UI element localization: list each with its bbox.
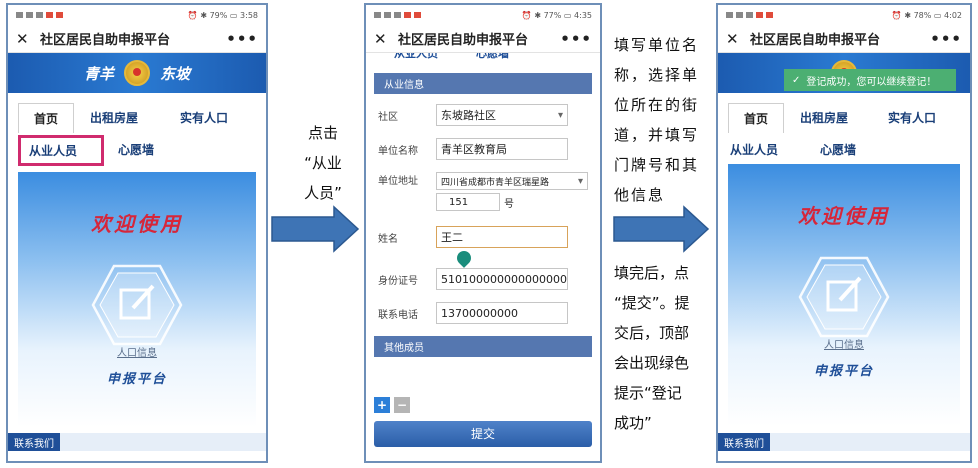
status-right: ⏰ ✱ 79% ▭ 3:58 bbox=[187, 10, 258, 20]
police-emblem-icon bbox=[124, 60, 150, 86]
step-3-annotation: 填完后，点 “提交”。提 交后，顶部 会出现绿色 提示“登记 成功” bbox=[614, 264, 690, 432]
employee-form: 从业人员 心愿墙 从业信息 社区 东坡路社区 单位名称 青羊区教育局 单位地址 bbox=[366, 53, 600, 447]
close-icon[interactable]: ✕ bbox=[16, 30, 34, 48]
row-id: 身份证号 510100000000000000 bbox=[374, 262, 592, 296]
status-icons bbox=[16, 12, 63, 18]
section-employment-info: 从业信息 bbox=[374, 73, 592, 94]
unit-name-input[interactable]: 青羊区教育局 bbox=[436, 138, 568, 160]
welcome-panel: 欢迎使用 人口信息 申报平台 bbox=[18, 172, 256, 427]
row-community: 社区 东坡路社区 bbox=[374, 98, 592, 132]
more-icon[interactable]: ••• bbox=[560, 30, 592, 48]
step-2-annotation: 填写单位名 称，选择单 位所在的街 道，并填写 门牌号和其 他信息 bbox=[614, 36, 700, 204]
more-icon[interactable]: ••• bbox=[226, 30, 258, 48]
phone-screen-home: ⏰ ✱ 79% ▭ 3:58 ✕ 社区居民自助申报平台 ••• 青羊 东坡 首页… bbox=[6, 3, 268, 463]
check-icon: ✓ bbox=[792, 74, 801, 86]
id-input[interactable]: 510100000000000000 bbox=[436, 268, 568, 290]
tab-home[interactable]: 首页 bbox=[18, 103, 74, 133]
tab-wish-wall[interactable]: 心愿墙 bbox=[806, 137, 876, 158]
welcome-panel: 欢迎使用 人口信息 申报平台 bbox=[728, 164, 960, 426]
nav-tabs: 首页 出租房屋 实有人口 从业人员 心愿墙 bbox=[718, 93, 970, 164]
unit-address-label: 单位地址 bbox=[378, 176, 418, 187]
platform-label: 申报平台 bbox=[106, 372, 167, 387]
tab-home[interactable]: 首页 bbox=[728, 103, 784, 133]
close-icon[interactable]: ✕ bbox=[374, 30, 392, 48]
welcome-text: 欢迎使用 bbox=[798, 204, 890, 228]
community-select[interactable]: 东坡路社区 bbox=[436, 104, 568, 126]
phone-screen-success: ⏰ ✱ 78% ▭ 4:02 ✕ 社区居民自助申报平台 ••• ✓ 登记成功，您… bbox=[716, 3, 972, 463]
community-label: 社区 bbox=[378, 111, 398, 123]
row-unit-name: 单位名称 青羊区教育局 bbox=[374, 132, 592, 166]
tab-rental-housing[interactable]: 出租房屋 bbox=[74, 103, 154, 133]
page-title: 社区居民自助申报平台 bbox=[750, 33, 881, 48]
status-right: ⏰ ✱ 78% ▭ 4:02 bbox=[891, 10, 962, 20]
page-title: 社区居民自助申报平台 bbox=[40, 33, 171, 48]
remove-member-button[interactable]: − bbox=[394, 397, 410, 413]
tab-employees[interactable]: 从业人员 bbox=[18, 135, 104, 166]
close-icon[interactable]: ✕ bbox=[726, 30, 744, 48]
success-toast: ✓ 登记成功，您可以继续登记！ bbox=[784, 69, 956, 91]
tab-rental-housing[interactable]: 出租房屋 bbox=[784, 103, 864, 133]
population-info-link[interactable]: 人口信息 bbox=[728, 336, 960, 351]
status-icons bbox=[726, 12, 773, 18]
more-icon[interactable]: ••• bbox=[930, 30, 962, 48]
status-bar: ⏰ ✱ 79% ▭ 3:58 bbox=[8, 5, 266, 25]
banner: 青羊 东坡 bbox=[8, 53, 266, 93]
tab-actual-population[interactable]: 实有人口 bbox=[154, 103, 254, 133]
banner-right-text: 东坡 bbox=[160, 64, 191, 83]
banner-left-text: 青羊 bbox=[83, 64, 114, 83]
welcome-text: 欢迎使用 bbox=[91, 212, 183, 236]
submit-button[interactable]: 提交 bbox=[374, 421, 592, 447]
title-bar: ✕ 社区居民自助申报平台 ••• bbox=[718, 25, 970, 53]
title-bar: ✕ 社区居民自助申报平台 ••• bbox=[366, 25, 600, 53]
edit-icon[interactable] bbox=[91, 264, 183, 346]
status-bar: ⏰ ✱ 77% ▭ 4:35 bbox=[366, 5, 600, 25]
door-unit-label: 号 bbox=[504, 198, 514, 210]
status-right: ⏰ ✱ 77% ▭ 4:35 bbox=[521, 10, 592, 20]
arrow-2-icon bbox=[613, 205, 710, 253]
name-input[interactable]: 王二 bbox=[436, 226, 568, 268]
arrow-1-icon bbox=[271, 205, 360, 253]
edit-icon[interactable] bbox=[798, 256, 890, 338]
nav-tabs: 首页 出租房屋 实有人口 从业人员 心愿墙 bbox=[8, 93, 266, 172]
row-phone: 联系电话 13700000000 bbox=[374, 296, 592, 330]
footer-bar: 联系我们 bbox=[718, 433, 970, 451]
door-number-input[interactable]: 151 bbox=[436, 193, 500, 211]
population-info-link[interactable]: 人口信息 bbox=[18, 344, 256, 359]
footer-bar: 联系我们 bbox=[8, 433, 266, 451]
tab-employees[interactable]: 从业人员 bbox=[394, 53, 438, 69]
unit-name-label: 单位名称 bbox=[378, 145, 418, 157]
toast-text: 登记成功，您可以继续登记！ bbox=[806, 76, 937, 88]
page-title: 社区居民自助申报平台 bbox=[398, 33, 529, 48]
platform-label: 申报平台 bbox=[813, 364, 874, 379]
phone-input[interactable]: 13700000000 bbox=[436, 302, 568, 324]
tab-wish-wall[interactable]: 心愿墙 bbox=[104, 137, 174, 166]
section-other-members: 其他成员 bbox=[374, 336, 592, 357]
add-member-button[interactable]: + bbox=[374, 397, 390, 413]
tutorial-figure: ⏰ ✱ 79% ▭ 3:58 ✕ 社区居民自助申报平台 ••• 青羊 东坡 首页… bbox=[0, 0, 978, 468]
phone-label: 联系电话 bbox=[378, 309, 418, 321]
scrolled-tabs: 从业人员 心愿墙 bbox=[374, 53, 592, 69]
address-select[interactable]: 四川省成都市青羊区瑞星路 bbox=[436, 172, 588, 190]
name-label: 姓名 bbox=[378, 233, 398, 245]
tab-employees[interactable]: 从业人员 bbox=[728, 137, 806, 158]
status-icons bbox=[374, 12, 421, 18]
contact-us-button[interactable]: 联系我们 bbox=[8, 433, 60, 451]
tab-wish-wall[interactable]: 心愿墙 bbox=[476, 53, 509, 69]
row-unit-address: 单位地址 四川省成都市青羊区瑞星路 151 号 bbox=[374, 166, 592, 218]
member-controls: + − bbox=[374, 397, 592, 413]
id-label: 身份证号 bbox=[378, 275, 418, 287]
contact-us-button[interactable]: 联系我们 bbox=[718, 433, 770, 451]
phone-screen-form: ⏰ ✱ 77% ▭ 4:35 ✕ 社区居民自助申报平台 ••• 从业人员 心愿墙… bbox=[364, 3, 602, 463]
title-bar: ✕ 社区居民自助申报平台 ••• bbox=[8, 25, 266, 53]
status-bar: ⏰ ✱ 78% ▭ 4:02 bbox=[718, 5, 970, 25]
step-1-annotation: 点击 “从业 人员” bbox=[304, 124, 342, 202]
tab-actual-population[interactable]: 实有人口 bbox=[864, 103, 960, 133]
row-name: 姓名 王二 bbox=[374, 220, 592, 268]
